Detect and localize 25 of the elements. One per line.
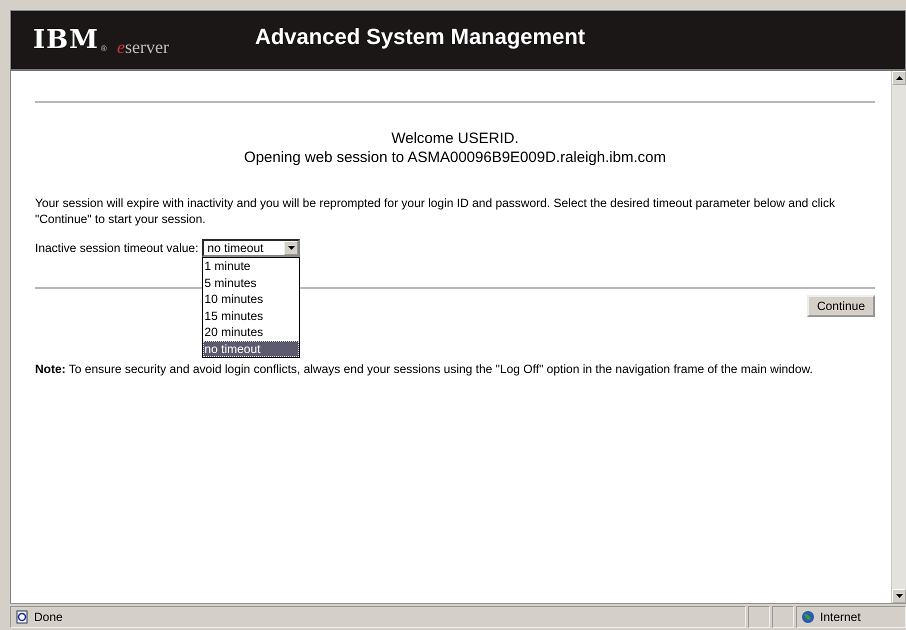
intro-text: Your session will expire with inactivity and you will be reprompted for your login ID and password. Select the desired timeout parameter below and click "Continue" to start your session. bbox=[35, 195, 836, 227]
status-panel bbox=[748, 606, 770, 628]
zone-text: Internet bbox=[820, 610, 861, 624]
eserver-logo: eserver bbox=[117, 36, 169, 58]
dropdown-option[interactable]: 5 minutes bbox=[203, 274, 300, 291]
dropdown-option[interactable]: 20 minutes bbox=[203, 324, 300, 340]
continue-button[interactable]: Continue bbox=[806, 295, 875, 317]
dropdown-option[interactable]: 10 minutes bbox=[203, 291, 300, 308]
timeout-label: Inactive session timeout value: bbox=[35, 241, 198, 255]
welcome-heading: Welcome USERID. bbox=[390, 129, 520, 148]
dropdown-option[interactable]: 1 minute bbox=[203, 258, 300, 274]
status-panel bbox=[772, 606, 794, 628]
registered-mark: ® bbox=[100, 44, 107, 53]
timeout-dropdown[interactable]: no timeout bbox=[202, 239, 300, 257]
ibm-logo: IBM bbox=[33, 27, 99, 53]
page-title: Advanced System Management bbox=[254, 24, 586, 50]
note-text: Note: To ensure security and avoid login conflicts, always end your sessions using the "Log Off" option in the navigation frame of the main window. bbox=[35, 361, 814, 377]
dropdown-option[interactable]: 15 minutes bbox=[203, 308, 300, 324]
welcome-heading: Opening web session to ASMA00096B9E009D.raleigh.ibm.com bbox=[243, 148, 667, 167]
status-text: Done bbox=[34, 610, 63, 624]
page-icon bbox=[15, 610, 29, 624]
globe-icon bbox=[801, 610, 815, 624]
dropdown-option[interactable]: no timeout bbox=[203, 340, 300, 357]
scroll-up-icon[interactable] bbox=[892, 71, 906, 85]
scroll-down-icon[interactable] bbox=[892, 589, 906, 603]
